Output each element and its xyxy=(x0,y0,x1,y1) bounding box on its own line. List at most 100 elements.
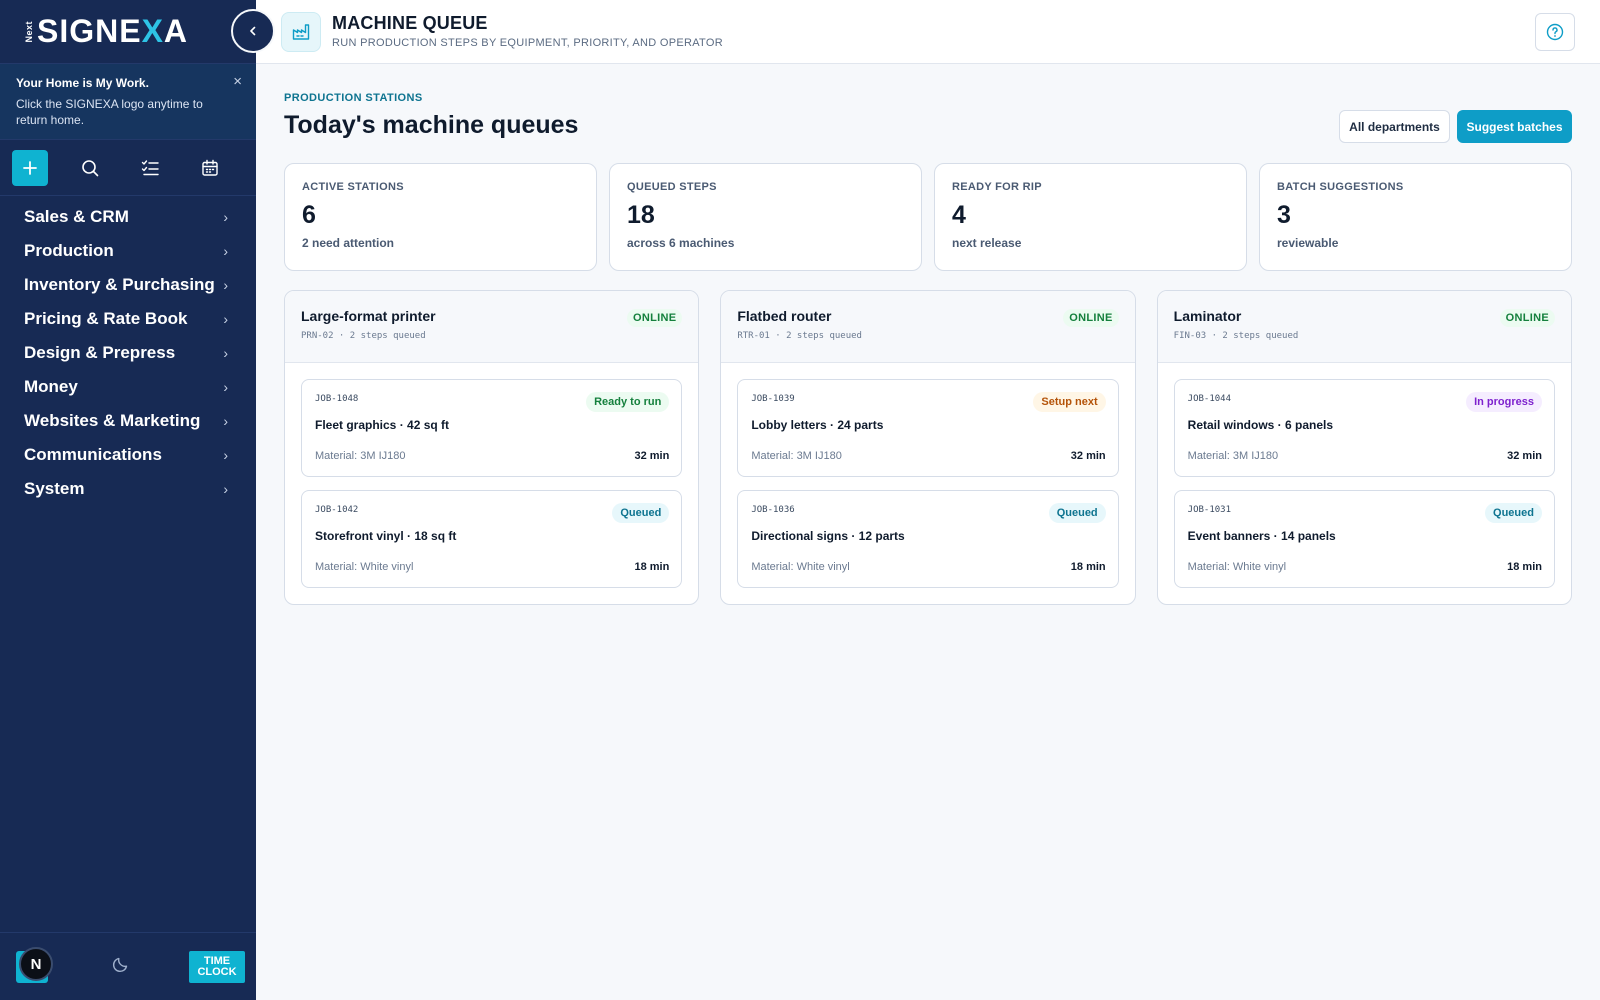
job-card[interactable]: JOB-1039 Setup next Lobby letters · 24 p… xyxy=(737,379,1119,477)
job-duration: 18 min xyxy=(1507,561,1542,573)
machine-header: Flatbed router RTR-01 · 2 steps queued O… xyxy=(721,291,1135,363)
machine-card-flatbed-router: Flatbed router RTR-01 · 2 steps queued O… xyxy=(720,290,1136,605)
stat-card-queued-steps: QUEUED STEPS 18 across 6 machines xyxy=(609,163,922,271)
section-eyebrow: PRODUCTION STATIONS xyxy=(284,92,423,104)
page-header-subtitle: RUN PRODUCTION STEPS BY EQUIPMENT, PRIOR… xyxy=(332,37,723,49)
stat-note: reviewable xyxy=(1277,236,1339,250)
time-clock-button[interactable]: TIME CLOCK xyxy=(189,951,245,983)
machine-meta: FIN-03 · 2 steps queued xyxy=(1173,331,1299,341)
chevron-right-icon: › xyxy=(223,311,228,327)
logo-text-main: SIGNE xyxy=(37,13,142,49)
job-status-badge: Queued xyxy=(612,503,670,523)
machine-job-list: JOB-1039 Setup next Lobby letters · 24 p… xyxy=(721,363,1134,604)
avatar[interactable]: N xyxy=(19,947,53,981)
job-status-badge: In progress xyxy=(1466,392,1542,412)
job-title: Storefront vinyl · 18 sq ft xyxy=(315,529,457,543)
logo-text-x: X xyxy=(141,13,164,49)
nav-label: Inventory & Purchasing xyxy=(24,275,215,294)
stat-label: BATCH SUGGESTIONS xyxy=(1277,181,1404,193)
nav-item-sales-crm[interactable]: Sales & CRM › xyxy=(0,200,256,234)
tasks-button[interactable] xyxy=(132,150,168,186)
chevron-right-icon: › xyxy=(223,481,228,497)
search-icon xyxy=(82,159,99,176)
chevron-right-icon: › xyxy=(223,277,228,293)
job-duration: 32 min xyxy=(1507,450,1542,462)
job-title: Fleet graphics · 42 sq ft xyxy=(315,418,450,432)
add-button[interactable] xyxy=(12,149,48,186)
nav-label: Money xyxy=(24,377,78,396)
job-card[interactable]: JOB-1036 Queued Directional signs · 12 p… xyxy=(737,490,1119,588)
stats-row: ACTIVE STATIONS 6 2 need attention QUEUE… xyxy=(284,163,1572,271)
job-duration: 18 min xyxy=(1070,561,1106,573)
job-status-badge: Queued xyxy=(1485,503,1542,523)
job-card[interactable]: JOB-1048 Ready to run Fleet graphics · 4… xyxy=(301,379,683,477)
stat-card-ready-for-rip: READY FOR RIP 4 next release xyxy=(934,163,1247,271)
machine-card-laminator: Laminator FIN-03 · 2 steps queued ONLINE… xyxy=(1156,290,1572,605)
nav-label: Production xyxy=(24,241,114,260)
job-status-badge: Setup next xyxy=(1033,392,1106,412)
main-nav: Sales & CRM › Production › Inventory & Pur… xyxy=(0,196,256,506)
nav-label: Communications xyxy=(24,445,162,464)
nav-label: Design & Prepress xyxy=(24,343,176,362)
chevron-right-icon: › xyxy=(223,209,228,225)
nav-label: System xyxy=(24,479,85,498)
nav-item-pricing-rate-book[interactable]: Pricing & Rate Book › xyxy=(0,302,256,336)
job-card[interactable]: JOB-1031 Queued Event banners · 14 panel… xyxy=(1173,490,1555,588)
quick-tools xyxy=(0,140,256,196)
job-material: Material: 3M IJ180 xyxy=(1187,450,1279,462)
nav-item-websites-marketing[interactable]: Websites & Marketing › xyxy=(0,404,256,438)
job-material: Material: 3M IJ180 xyxy=(315,450,406,462)
nav-label: Websites & Marketing xyxy=(24,411,201,430)
dark-mode-toggle[interactable] xyxy=(112,955,130,978)
nav-item-money[interactable]: Money › xyxy=(0,370,256,404)
page-title: Today's machine queues xyxy=(284,111,579,139)
job-status-badge: Ready to run xyxy=(586,392,670,412)
stat-value: 3 xyxy=(1277,201,1291,229)
job-card[interactable]: JOB-1044 In progress Retail windows · 6 … xyxy=(1173,379,1555,477)
suggest-batches-button[interactable]: Suggest batches xyxy=(1457,110,1572,143)
machine-name: Flatbed router xyxy=(737,308,832,324)
nav-item-communications[interactable]: Communications › xyxy=(0,438,256,472)
stat-note: 2 need attention xyxy=(302,236,395,250)
nav-item-production[interactable]: Production › xyxy=(0,234,256,268)
stat-label: READY FOR RIP xyxy=(952,181,1042,193)
job-material: Material: White vinyl xyxy=(1187,561,1287,573)
chevron-right-icon: › xyxy=(223,243,228,259)
factory-icon xyxy=(281,12,321,52)
nav-item-inventory-purchasing[interactable]: Inventory & Purchasing › xyxy=(0,268,256,302)
calendar-button[interactable] xyxy=(192,150,228,186)
status-badge: ONLINE xyxy=(1063,309,1119,327)
job-card[interactable]: JOB-1042 Queued Storefront vinyl · 18 sq… xyxy=(301,490,683,588)
collapse-sidebar-button[interactable] xyxy=(231,9,275,53)
tip-body: Click the SIGNEXA logo anytime to return… xyxy=(16,97,203,127)
logo-text-end: A xyxy=(163,13,189,49)
search-button[interactable] xyxy=(72,150,108,186)
logo-row: Next SIGNEXA xyxy=(0,0,256,64)
machine-job-list: JOB-1044 In progress Retail windows · 6 … xyxy=(1158,363,1571,604)
nav-item-system[interactable]: System › xyxy=(0,472,256,506)
status-badge: ONLINE xyxy=(1499,309,1555,327)
stat-label: ACTIVE STATIONS xyxy=(302,181,404,193)
stat-card-active-stations: ACTIVE STATIONS 6 2 need attention xyxy=(284,163,597,271)
chevron-right-icon: › xyxy=(223,379,228,395)
machine-name: Laminator xyxy=(1173,308,1242,324)
help-button[interactable] xyxy=(1535,13,1575,51)
nav-label: Pricing & Rate Book xyxy=(24,309,188,328)
sidebar-footer: N TIME CLOCK xyxy=(0,932,256,1000)
stat-note: across 6 machines xyxy=(627,236,735,250)
machine-name: Large-format printer xyxy=(301,308,436,324)
sidebar: Next SIGNEXA Your Home is My Work. Click… xyxy=(0,0,256,1000)
job-status-badge: Queued xyxy=(1048,503,1106,523)
stat-note: next release xyxy=(952,236,1022,250)
all-departments-button[interactable]: All departments xyxy=(1339,110,1450,143)
job-title: Retail windows · 6 panels xyxy=(1187,418,1334,432)
stat-value: 6 xyxy=(302,201,316,229)
job-material: Material: 3M IJ180 xyxy=(751,450,842,462)
job-title: Lobby letters · 24 parts xyxy=(751,418,884,432)
stat-label: QUEUED STEPS xyxy=(627,181,717,193)
machine-header: Large-format printer PRN-02 · 2 steps qu… xyxy=(285,291,699,363)
chevron-right-icon: › xyxy=(223,413,228,429)
nav-item-design-prepress[interactable]: Design & Prepress › xyxy=(0,336,256,370)
close-icon[interactable]: × xyxy=(233,74,242,89)
signexa-logo[interactable]: Next SIGNEXA xyxy=(24,13,188,50)
